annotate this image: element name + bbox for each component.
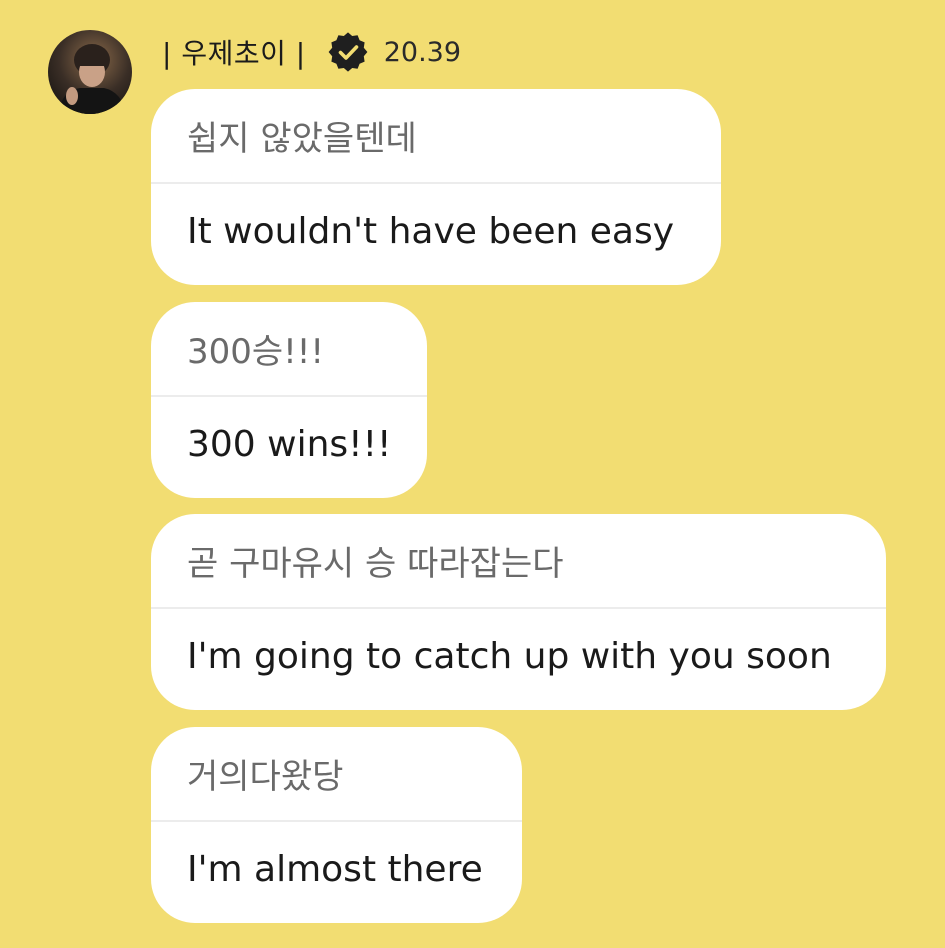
profile-photo-icon xyxy=(48,30,132,114)
message-header: | 우제초이 | 20.39 xyxy=(162,28,461,76)
message-bubble[interactable]: 쉽지 않았을텐데 It wouldn't have been easy xyxy=(151,89,721,285)
verified-badge-icon xyxy=(328,32,368,72)
translated-text: 300 wins!!! xyxy=(187,424,392,465)
original-text: 곧 구마유시 승 따라잡는다 xyxy=(151,514,886,609)
message-bubble[interactable]: 거의다왔당 I'm almost there xyxy=(151,727,522,923)
sender-name[interactable]: | 우제초이 | xyxy=(162,32,306,72)
original-text: 300승!!! xyxy=(151,302,427,397)
translated-text: I'm almost there xyxy=(187,849,483,890)
message-bubble[interactable]: 300승!!! 300 wins!!! xyxy=(151,302,427,498)
avatar[interactable] xyxy=(48,30,132,114)
original-text: 쉽지 않았을텐데 xyxy=(151,89,721,184)
translated-text: It wouldn't have been easy xyxy=(187,211,675,252)
message-timestamp: 20.39 xyxy=(383,36,462,68)
message-bubble[interactable]: 곧 구마유시 승 따라잡는다 I'm going to catch up wit… xyxy=(151,514,886,710)
translated-text: I'm going to catch up with you soon xyxy=(187,636,832,677)
original-text: 거의다왔당 xyxy=(151,727,522,822)
